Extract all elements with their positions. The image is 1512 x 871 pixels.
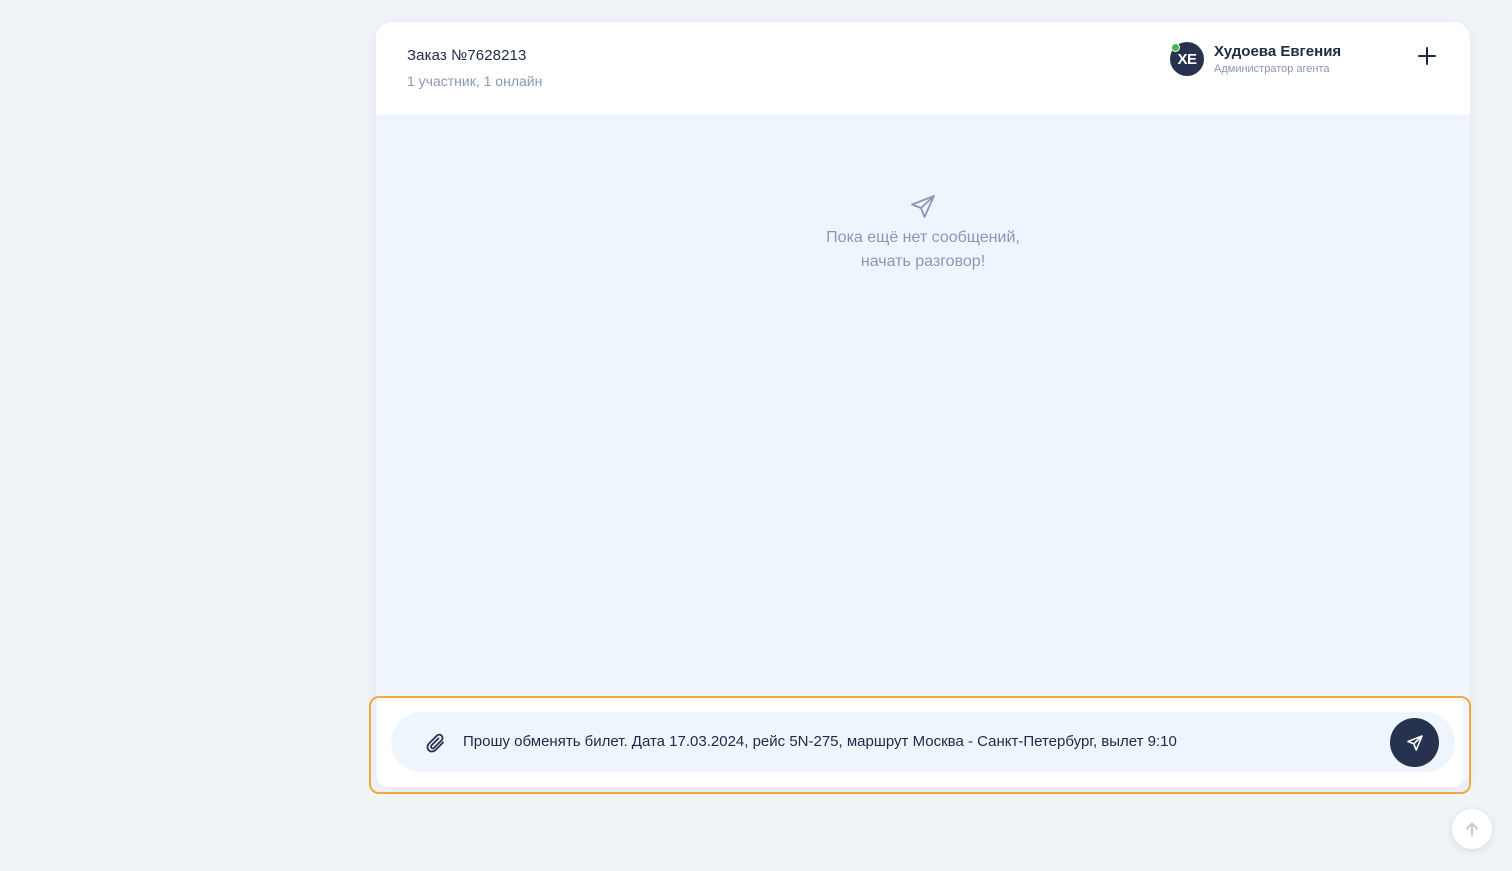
scroll-to-top-button[interactable] (1452, 809, 1492, 849)
paperclip-icon (426, 733, 444, 753)
send-icon (911, 195, 935, 218)
empty-state: Пока ещё нет сообщений, начать разговор! (376, 193, 1470, 274)
avatar-initials: ХЕ (1177, 50, 1197, 68)
plus-icon (1418, 47, 1436, 65)
composer-highlight: Прошу обменять билет. Дата 17.03.2024, р… (369, 696, 1471, 794)
order-title: Заказ №7628213 (407, 47, 527, 64)
user-role: Администратор агента (1214, 63, 1330, 75)
messages-area: Пока ещё нет сообщений, начать разговор! (376, 115, 1470, 787)
arrow-up-icon (1466, 822, 1478, 836)
add-participant-button[interactable] (1414, 43, 1440, 69)
chat-header: Заказ №7628213 1 участник, 1 онлайн ХЕ Х… (376, 22, 1470, 115)
user-name: Худоева Евгения (1214, 43, 1342, 60)
participants-count: 1 участник, 1 онлайн (407, 73, 543, 89)
user-info: Худоева Евгения Администратор агента (1214, 42, 1341, 76)
send-icon (1406, 734, 1423, 751)
online-status-dot (1171, 43, 1180, 52)
attach-button[interactable] (424, 731, 448, 755)
current-user[interactable]: ХЕ Худоева Евгения Администратор агента (1170, 41, 1341, 77)
empty-state-line-1: Пока ещё нет сообщений, (826, 229, 1020, 246)
message-composer: Прошу обменять билет. Дата 17.03.2024, р… (391, 712, 1455, 772)
empty-state-line-2: начать разговор! (860, 253, 986, 270)
message-input[interactable]: Прошу обменять билет. Дата 17.03.2024, р… (463, 730, 1363, 754)
composer-panel: Прошу обменять билет. Дата 17.03.2024, р… (377, 698, 1463, 787)
send-button[interactable] (1390, 718, 1439, 767)
chat-card: Заказ №7628213 1 участник, 1 онлайн ХЕ Х… (376, 22, 1470, 787)
avatar: ХЕ (1170, 42, 1204, 76)
